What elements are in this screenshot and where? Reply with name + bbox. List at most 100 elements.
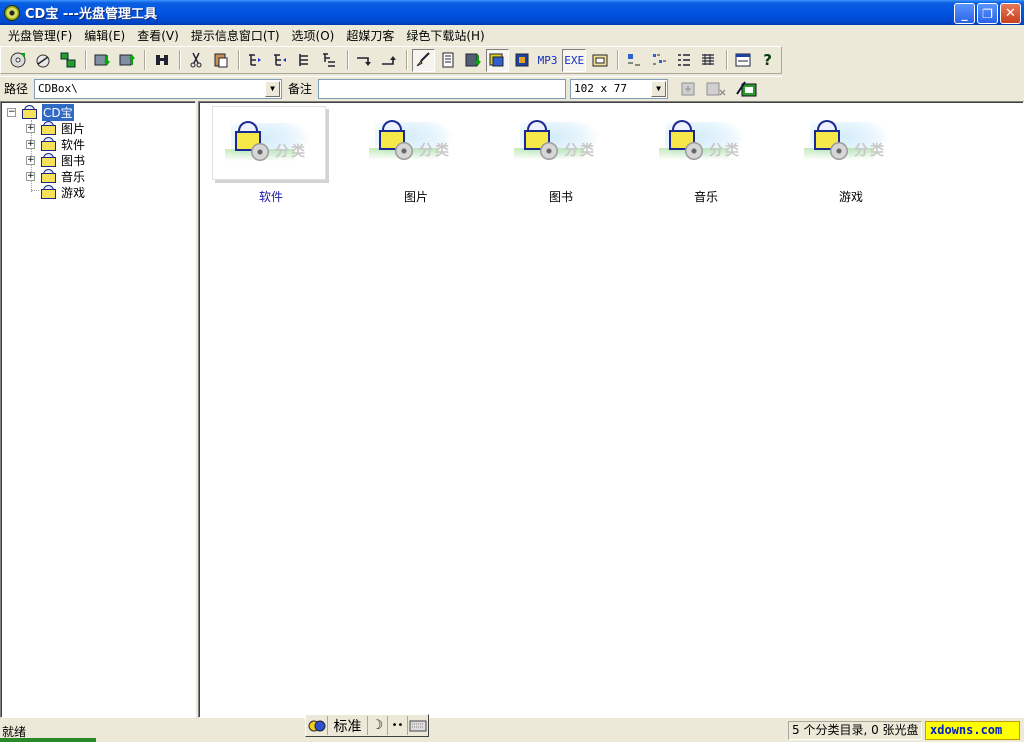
menu-view[interactable]: 查看(V) xyxy=(131,27,185,44)
add-disc-button[interactable] xyxy=(7,49,30,72)
expand-icon[interactable]: + xyxy=(26,155,35,165)
category-tile-books[interactable]: 分类 图书 xyxy=(489,104,619,214)
thumbnail-apply-button[interactable] xyxy=(676,77,699,100)
path-combobox[interactable]: CDBox\ ▼ xyxy=(34,78,283,99)
notes-button[interactable] xyxy=(437,49,460,72)
tree-level-button[interactable] xyxy=(318,49,341,72)
tree-expand-button[interactable] xyxy=(244,49,267,72)
restore-button[interactable]: ❐ xyxy=(977,3,998,24)
export-button[interactable] xyxy=(116,49,139,72)
tree-item-pictures[interactable]: + 图片 xyxy=(26,120,85,136)
help-button[interactable]: ? xyxy=(756,49,779,72)
chevron-down-icon[interactable]: ▼ xyxy=(265,80,281,97)
tree-list-icon xyxy=(298,54,308,66)
save-button[interactable] xyxy=(461,49,484,72)
window-layout-button[interactable] xyxy=(732,49,755,72)
picture-view-button[interactable] xyxy=(485,48,509,72)
tree-item-label: 音乐 xyxy=(61,169,86,184)
cut-button[interactable] xyxy=(185,49,208,72)
view-list-button[interactable] xyxy=(672,49,695,72)
menu-hint-window[interactable]: 提示信息窗口(T) xyxy=(185,27,286,44)
thumbnail-delete-button[interactable] xyxy=(701,77,731,100)
tree-item-label: 图书 xyxy=(61,153,86,168)
video-view-button[interactable] xyxy=(511,49,534,72)
keyboard-icon[interactable] xyxy=(408,716,428,735)
category-thumbnail[interactable]: 分类 xyxy=(502,106,616,180)
image-generate-icon xyxy=(736,80,757,96)
brush-button[interactable] xyxy=(411,48,435,72)
tree-collapse-button[interactable] xyxy=(269,49,292,72)
tree-root[interactable]: − CD宝 xyxy=(7,103,74,121)
category-thumbnail[interactable]: 分类 xyxy=(647,106,761,180)
path-bar: 路径 CDBox\ ▼ 备注 102 x 77 ▼ xyxy=(0,76,782,100)
thumbnail-caption: 分类 xyxy=(275,144,307,160)
soft-keyboard-icon xyxy=(409,720,427,731)
path-label: 路径 xyxy=(4,82,29,96)
ime-mode-button[interactable]: 标准 xyxy=(328,716,368,735)
ime-logo-icon[interactable] xyxy=(306,716,328,735)
export-icon xyxy=(119,54,135,66)
category-thumbnail[interactable]: 分类 xyxy=(212,106,326,180)
view-large-icons-button[interactable] xyxy=(623,49,646,72)
category-tile-games[interactable]: 分类 游戏 xyxy=(779,104,909,214)
paste-button[interactable] xyxy=(209,49,232,72)
mp3-filter-button[interactable]: MP3 xyxy=(535,49,560,72)
brush-icon xyxy=(416,52,431,67)
group-button[interactable] xyxy=(56,49,79,72)
scan-disc-button[interactable] xyxy=(32,49,55,72)
find-button[interactable] xyxy=(150,49,173,72)
toolbar-separator xyxy=(405,50,408,70)
move-up-button[interactable] xyxy=(377,49,400,72)
tree-item-books[interactable]: + 图书 xyxy=(26,152,85,168)
category-thumbnail[interactable]: 分类 xyxy=(357,106,471,180)
category-tile-music[interactable]: 分类 音乐 xyxy=(634,104,764,214)
expand-icon[interactable]: + xyxy=(26,139,35,149)
category-tile-pictures[interactable]: 分类 图片 xyxy=(344,104,474,214)
collapse-icon[interactable]: − xyxy=(7,107,16,117)
view-small-icons-button[interactable] xyxy=(648,49,671,72)
close-button[interactable]: ✕ xyxy=(1000,3,1021,24)
menu-green-download[interactable]: 绿色下载站(H) xyxy=(400,27,490,44)
scissors-icon xyxy=(190,52,202,68)
punctuation-icon[interactable]: •• xyxy=(388,716,408,735)
tree-item-games[interactable]: 游戏 xyxy=(39,184,85,200)
tree-item-music[interactable]: + 音乐 xyxy=(26,168,85,184)
folder-filter-button[interactable] xyxy=(588,49,611,72)
title-bar[interactable]: CD宝 ---光盘管理工具 _ ❐ ✕ xyxy=(0,0,1024,25)
category-tile-software[interactable]: 分类 软件 xyxy=(199,104,329,214)
chevron-down-icon[interactable]: ▼ xyxy=(651,80,667,97)
note-input[interactable] xyxy=(318,78,567,99)
expand-icon[interactable]: + xyxy=(26,123,35,133)
tree-item-label: 游戏 xyxy=(61,185,86,200)
exe-filter-button[interactable]: EXE xyxy=(561,48,587,72)
menu-options[interactable]: 选项(O) xyxy=(286,27,341,44)
thumbnail-size-combobox[interactable]: 102 x 77 ▼ xyxy=(570,78,669,99)
thumbnail-caption: 分类 xyxy=(564,143,596,159)
toolbar-separator xyxy=(725,50,728,70)
brand-badge[interactable]: xdowns.com xyxy=(925,721,1020,740)
toolbar: MP3 EXE ? xyxy=(0,46,782,74)
disc-scan-icon xyxy=(36,54,50,68)
tree-item-label: 图片 xyxy=(61,121,86,136)
category-tree[interactable]: − CD宝 + 图片 + 软件 + 图书 + 音乐 游戏 xyxy=(0,101,196,718)
moon-icon[interactable]: ☽ xyxy=(368,716,388,735)
folder-bag-icon xyxy=(39,153,57,167)
menu-media-knife[interactable]: 超媒刀客 xyxy=(340,27,400,44)
turn-right-arrow-icon xyxy=(357,57,371,66)
menu-disc-management[interactable]: 光盘管理(F) xyxy=(2,27,78,44)
import-button[interactable] xyxy=(91,49,114,72)
tree-item-software[interactable]: + 软件 xyxy=(26,136,85,152)
move-down-button[interactable] xyxy=(353,49,376,72)
thumbnail-caption: 分类 xyxy=(709,143,741,159)
generate-thumbnails-button[interactable] xyxy=(733,77,761,100)
minimize-button[interactable]: _ xyxy=(954,3,975,24)
tree-sort-button[interactable] xyxy=(293,49,316,72)
category-view[interactable]: 分类 软件 分类 图片 分类 图书 分类 音乐 分类 游戏 xyxy=(198,101,1024,718)
large-icons-icon xyxy=(628,54,641,66)
ime-toolbar[interactable]: 标准 ☽ •• xyxy=(305,714,429,737)
category-tile-label: 软件 xyxy=(258,190,283,204)
category-thumbnail[interactable]: 分类 xyxy=(792,106,906,180)
menu-edit[interactable]: 编辑(E) xyxy=(78,27,131,44)
expand-icon[interactable]: + xyxy=(26,171,35,181)
view-details-button[interactable] xyxy=(697,49,720,72)
